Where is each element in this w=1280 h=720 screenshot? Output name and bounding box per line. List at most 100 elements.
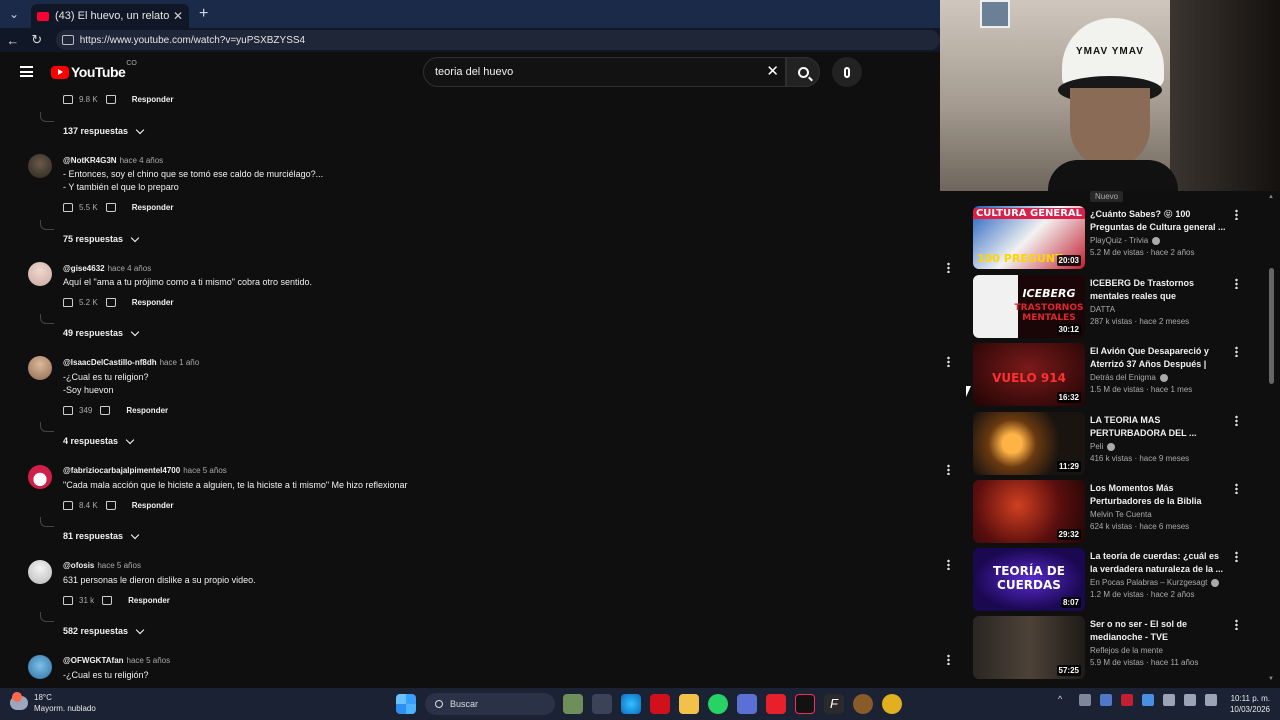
clock[interactable]: 10:11 p. m. 10/03/2026: [1226, 693, 1270, 715]
youtube-app-icon[interactable]: [650, 694, 670, 714]
comment-time[interactable]: hace 4 años: [108, 264, 152, 273]
reply-button[interactable]: Responder: [132, 298, 174, 307]
video-channel[interactable]: Reflejos de la mente: [1090, 646, 1226, 655]
avatar[interactable]: [28, 655, 52, 679]
search-button[interactable]: [786, 57, 820, 87]
video-more-icon[interactable]: [1235, 415, 1238, 426]
replies-toggle[interactable]: 75 respuestas: [63, 233, 140, 244]
search-input[interactable]: teoria del huevo ✕: [423, 57, 786, 87]
channel-name[interactable]: Melvin Te Cuenta: [1090, 510, 1152, 519]
video-more-icon[interactable]: [1235, 619, 1238, 630]
video-channel[interactable]: PlayQuiz - Trivia: [1090, 236, 1226, 245]
video-channel[interactable]: Melvin Te Cuenta: [1090, 510, 1226, 519]
comment-time[interactable]: hace 4 años: [120, 156, 164, 165]
channel-name[interactable]: PlayQuiz - Trivia: [1090, 236, 1148, 245]
chevron-up-icon[interactable]: ^: [1058, 694, 1070, 706]
tray-app-icon[interactable]: [1079, 694, 1091, 706]
video-more-icon[interactable]: [1235, 551, 1238, 562]
channel-name[interactable]: Detrás del Enigma: [1090, 373, 1156, 382]
replies-toggle[interactable]: 49 respuestas: [63, 327, 140, 338]
replies-toggle[interactable]: 81 respuestas: [63, 530, 140, 541]
comment-time[interactable]: hace 1 año: [160, 358, 200, 367]
avatar[interactable]: [28, 262, 52, 286]
wifi-icon[interactable]: [1163, 694, 1175, 706]
like-icon[interactable]: [63, 596, 73, 605]
video-title[interactable]: ¿Cuánto Sabes? 😝 100 Preguntas de Cultur…: [1090, 208, 1226, 234]
weather-widget[interactable]: 18°C Mayorm. nublado: [10, 692, 96, 714]
file-explorer-icon[interactable]: [679, 694, 699, 714]
video-item[interactable]: 11:29 LA TEORIA MAS PERTURBADORA DEL ...…: [973, 412, 1263, 476]
edge-browser-icon[interactable]: [621, 694, 641, 714]
site-info-icon[interactable]: [61, 35, 74, 45]
avatar[interactable]: [28, 465, 52, 489]
avatar[interactable]: [28, 154, 52, 178]
video-item[interactable]: TEORÍA DE CUERDAS 8:07 La teoría de cuer…: [973, 548, 1263, 612]
replies-toggle[interactable]: 4 respuestas: [63, 435, 135, 446]
voice-search-button[interactable]: [832, 57, 862, 87]
menu-hamburger-icon[interactable]: [20, 66, 33, 77]
video-more-icon[interactable]: [1235, 483, 1238, 494]
video-thumbnail[interactable]: TEORÍA DE CUERDAS 8:07: [973, 548, 1085, 611]
like-icon[interactable]: [63, 298, 73, 307]
reply-button[interactable]: Responder: [126, 406, 168, 415]
video-item[interactable]: ICEBERG TRASTORNOS MENTALES 30:12 ICEBER…: [973, 275, 1263, 339]
windows-start-icon[interactable]: [396, 694, 416, 714]
comment-time[interactable]: hace 5 años: [127, 656, 171, 665]
comment-author[interactable]: @OFWGKTAfan: [63, 656, 124, 665]
replies-toggle[interactable]: 582 respuestas: [63, 625, 145, 636]
reply-button[interactable]: Responder: [132, 501, 174, 510]
channel-name[interactable]: Peli: [1090, 442, 1103, 451]
tab-list-chevron-icon[interactable]: ⌄: [3, 3, 25, 25]
whatsapp-icon[interactable]: [708, 694, 728, 714]
cloud-sync-icon[interactable]: [1142, 694, 1154, 706]
widgets-icon[interactable]: [563, 694, 583, 714]
replies-toggle[interactable]: 137 respuestas: [63, 125, 145, 136]
reload-icon[interactable]: ↻: [26, 32, 48, 48]
browser-tab-active[interactable]: (43) El huevo, un relato corto - Yo ✕: [31, 4, 189, 28]
video-item[interactable]: 57:25 Ser o no ser - El sol de medianoch…: [973, 616, 1263, 680]
like-icon[interactable]: [63, 95, 73, 104]
comment-more-icon[interactable]: [947, 356, 950, 367]
video-title[interactable]: LA TEORIA MAS PERTURBADORA DEL ...: [1090, 414, 1226, 440]
comment-more-icon[interactable]: [947, 464, 950, 475]
like-icon[interactable]: [63, 501, 73, 510]
comment-author[interactable]: @ofosis: [63, 561, 94, 570]
dislike-icon[interactable]: [105, 203, 116, 212]
video-item[interactable]: 29:32 Los Momentos Más Perturbadores de …: [973, 480, 1263, 544]
channel-name[interactable]: Reflejos de la mente: [1090, 646, 1163, 655]
comment-author[interactable]: @fabriziocarbajalpimentel4700: [63, 466, 180, 475]
video-thumbnail[interactable]: 11:29: [973, 412, 1085, 475]
video-title[interactable]: La teoría de cuerdas: ¿cuál es la verdad…: [1090, 550, 1226, 576]
youtube-logo[interactable]: YouTube CO: [51, 60, 137, 80]
video-thumbnail[interactable]: VUELO 914 16:32: [973, 343, 1085, 406]
taskbar-search[interactable]: Buscar: [425, 693, 555, 715]
video-item[interactable]: VUELO 914 16:32 El Avión Que Desapareció…: [973, 343, 1263, 407]
like-icon[interactable]: [63, 406, 73, 415]
scrollbar-thumb[interactable]: [1269, 268, 1274, 384]
battery-icon[interactable]: [1205, 694, 1217, 706]
clear-search-icon[interactable]: ✕: [766, 62, 779, 80]
wps-office-icon[interactable]: [766, 694, 786, 714]
video-thumbnail[interactable]: ICEBERG TRASTORNOS MENTALES 30:12: [973, 275, 1085, 338]
video-more-icon[interactable]: [1235, 209, 1238, 220]
video-title[interactable]: Ser o no ser - El sol de medianoche - TV…: [1090, 618, 1226, 644]
video-title[interactable]: ICEBERG De Trastornos mentales reales qu…: [1090, 277, 1226, 303]
video-channel[interactable]: Peli: [1090, 442, 1226, 451]
avatar[interactable]: [28, 356, 52, 380]
dislike-icon[interactable]: [105, 95, 116, 104]
task-view-icon[interactable]: [592, 694, 612, 714]
dislike-icon[interactable]: [105, 501, 116, 510]
video-channel[interactable]: Detrás del Enigma: [1090, 373, 1226, 382]
video-thumbnail[interactable]: 57:25: [973, 616, 1085, 679]
store-icon[interactable]: [737, 694, 757, 714]
channel-name[interactable]: En Pocas Palabras – Kurzgesagt: [1090, 578, 1207, 587]
dislike-icon[interactable]: [102, 596, 113, 605]
dislike-icon[interactable]: [105, 298, 116, 307]
scroll-up-arrow-icon[interactable]: ▲: [1268, 194, 1274, 200]
coin-app-icon[interactable]: [882, 694, 902, 714]
reply-button[interactable]: Responder: [128, 596, 170, 605]
close-tab-icon[interactable]: ✕: [173, 9, 183, 23]
back-arrow-icon[interactable]: ←: [2, 33, 24, 48]
comment-more-icon[interactable]: [947, 559, 950, 570]
comment-time[interactable]: hace 5 años: [97, 561, 141, 570]
